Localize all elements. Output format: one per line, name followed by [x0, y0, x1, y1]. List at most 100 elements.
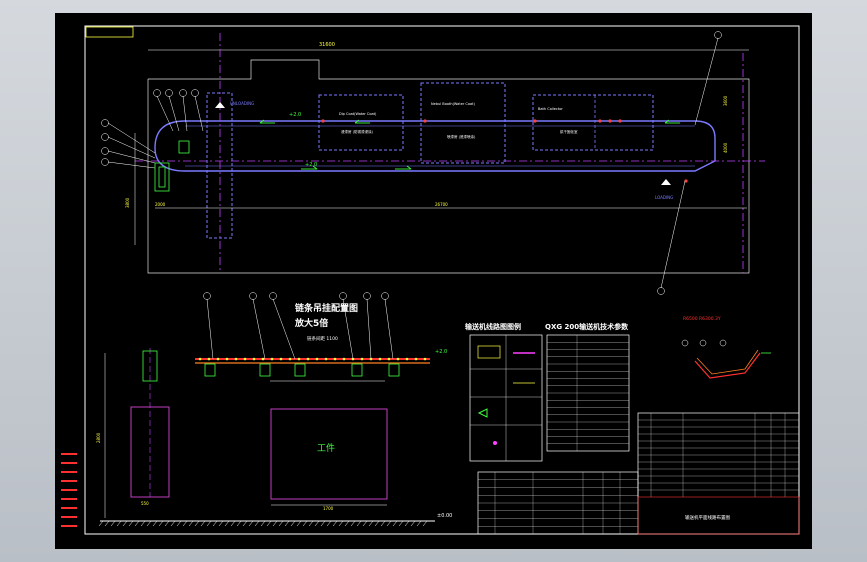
ground-hatch-line [296, 520, 302, 527]
margin-mark [61, 507, 77, 509]
parts-list [477, 471, 639, 535]
booth-nebul [420, 82, 506, 164]
booth-2-bottom-text: 喷漆房 (底漆喷涂) [447, 134, 476, 139]
chain-link [270, 357, 274, 361]
margin-mark [61, 516, 77, 518]
ground-hatch-line [368, 520, 374, 527]
title-block: 输送机平面线路布置图 [637, 412, 800, 535]
margin-mark [61, 498, 77, 500]
ground-hatch-line [362, 520, 368, 527]
dim-bottom-left-text: 2000 [155, 202, 166, 207]
margin-mark [61, 480, 77, 482]
label-unloading: UNLOADING [230, 101, 254, 106]
ground-hatch-line [332, 520, 338, 527]
ground-hatch-line [182, 520, 188, 527]
dim-left-text: 3800 [125, 197, 130, 208]
booth-bath-collector [532, 94, 654, 151]
chain-link [333, 357, 337, 361]
chain-link [234, 357, 238, 361]
chain-link [243, 357, 247, 361]
chain-link [315, 357, 319, 361]
tech-grid [547, 335, 629, 451]
chain-link [423, 357, 427, 361]
ground-level-text: ±0.00 [437, 513, 452, 519]
corner-tag-box [85, 26, 134, 38]
ground-hatch-line [404, 520, 410, 527]
ground-hatch-line [170, 520, 176, 527]
chain-link [288, 357, 292, 361]
dim-right-top-text: 3600 [723, 95, 728, 106]
ground-hatch-line [152, 520, 158, 527]
detail-callouts [681, 339, 727, 347]
margin-mark [61, 453, 77, 455]
ground-hatch-line [266, 520, 272, 527]
ground-hatch-line [392, 520, 398, 527]
ground-hatch-line [206, 520, 212, 527]
ground-hatch-line [224, 520, 230, 527]
chain-link [261, 357, 265, 361]
ground-hatch-line [98, 520, 104, 527]
dim-top-text: 31600 [319, 42, 335, 48]
ground-hatch-line [164, 520, 170, 527]
dim-right-bottom-text: 4000 [723, 142, 728, 153]
ground-hatch-line [110, 520, 116, 527]
chain-link [378, 357, 382, 361]
ground-hatch-line [284, 520, 290, 527]
ground-hatch-line [350, 520, 356, 527]
ground-hatch-line [128, 520, 134, 527]
conveyor-loop [154, 120, 716, 172]
ground-hatch-line [140, 520, 146, 527]
chain-link [216, 357, 220, 361]
ground-hatch-line [302, 520, 308, 527]
ground-hatch-line [314, 520, 320, 527]
cad-viewport[interactable]: 31600 UNLOADING LOADING Dip Coat(Water C… [0, 0, 867, 562]
ground-hatch-line [416, 520, 422, 527]
chain-link [342, 357, 346, 361]
chain-link [324, 357, 328, 361]
speed-bottom-text: +2.0 [305, 162, 317, 168]
label-loading: LOADING [655, 195, 673, 200]
ground-hatch-line [260, 520, 266, 527]
tech-title: QXG 200输送机技术参数 [545, 322, 629, 331]
legend-table: 输送机线路图图例 [465, 322, 543, 462]
ground-hatch-line [410, 520, 416, 527]
left-margin-marks [61, 453, 77, 527]
chain-link [252, 357, 256, 361]
chain-link [297, 357, 301, 361]
ground-hatch-line [122, 520, 128, 527]
drawing-title: 输送机平面线路布置图 [685, 514, 730, 521]
ground-hatch [98, 520, 428, 527]
dim-width-left: 550 [141, 501, 149, 506]
detail-curve-orange [696, 349, 759, 375]
chain-link [198, 357, 202, 361]
ground-hatch-line [116, 520, 122, 527]
ground-hatch-line [218, 520, 224, 527]
ground-hatch-line [242, 520, 248, 527]
chain-link [279, 357, 283, 361]
booth-dip-coat [318, 94, 404, 151]
ground-hatch-line [236, 520, 242, 527]
chain-link [207, 357, 211, 361]
ground-hatch-line [194, 520, 200, 527]
ground-hatch-line [380, 520, 386, 527]
drawing-canvas[interactable]: 31600 UNLOADING LOADING Dip Coat(Water C… [55, 13, 812, 549]
dim-width-mid: 1700 [323, 506, 334, 511]
booth-2-top-text: Nebul Booth(Water Coat) [431, 102, 475, 106]
plan-view: 31600 UNLOADING LOADING Dip Coat(Water C… [101, 31, 765, 295]
legend-symbol-trolley [477, 345, 501, 359]
hangers [204, 363, 400, 377]
ground-hatch-line [212, 520, 218, 527]
elevation-view: 链条吊挂配置图 放大5倍 链条间距 1100 +2.0 550 2800 工件 … [96, 292, 452, 527]
legend-symbol-tri [477, 408, 488, 418]
ground-hatch-line [176, 520, 182, 527]
unloading-station [206, 92, 233, 239]
callout-leaders [101, 31, 722, 295]
ground-hatch-line [230, 520, 236, 527]
chain-link [360, 357, 364, 361]
chain-link [396, 357, 400, 361]
ground-hatch-line [326, 520, 332, 527]
booth-3-top-text: Bath Collector [538, 107, 563, 111]
legend-title: 输送机线路图图例 [465, 322, 521, 331]
speed-top-text: +2.0 [289, 112, 301, 118]
ground-hatch-line [134, 520, 140, 527]
